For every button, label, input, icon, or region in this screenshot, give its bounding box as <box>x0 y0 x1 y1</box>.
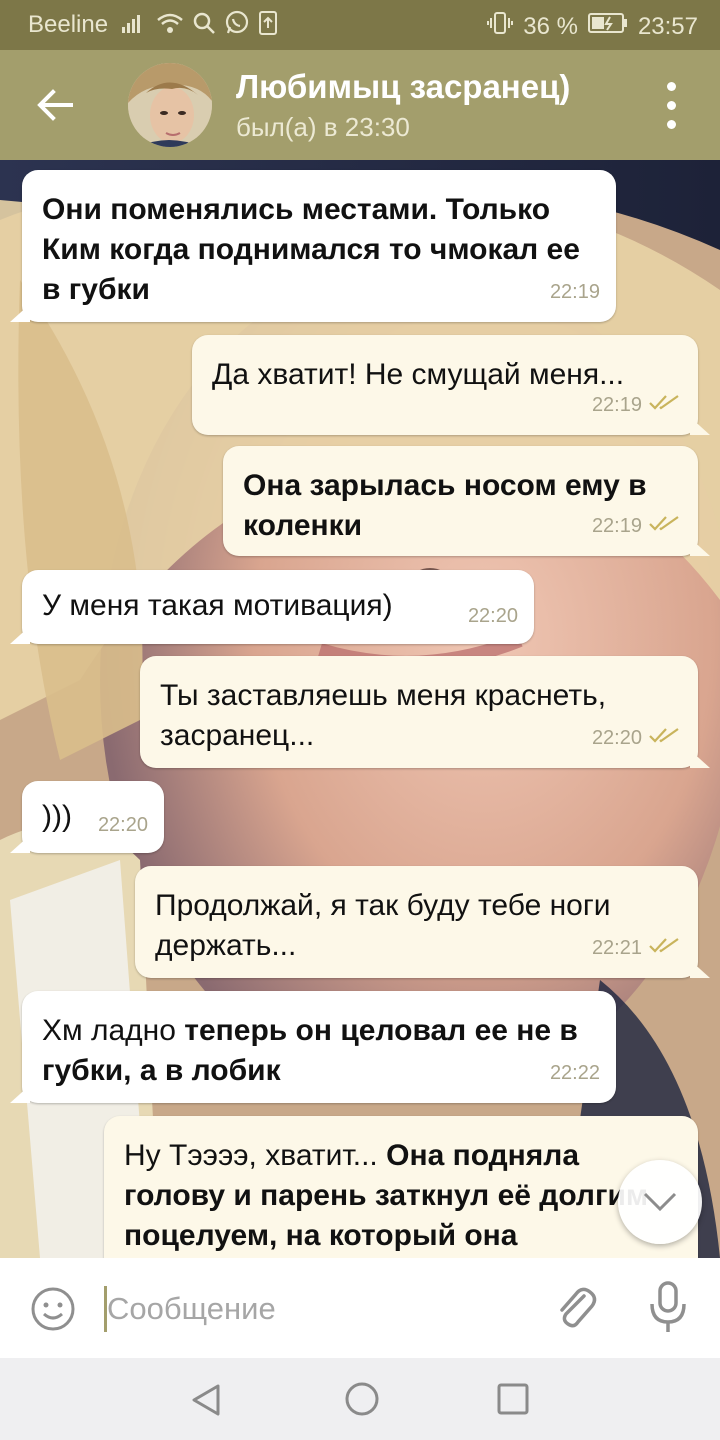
emoji-button[interactable] <box>28 1284 78 1334</box>
chevron-down-icon <box>643 1192 677 1212</box>
double-check-icon <box>648 385 682 425</box>
signal-icon <box>120 11 148 42</box>
wifi-icon <box>156 11 184 42</box>
message-meta: 22:19 <box>592 385 682 425</box>
chat-title[interactable]: Любимыц засранец) <box>236 68 570 106</box>
message-text-part: Ну Тээээ, хватит... <box>124 1139 387 1172</box>
double-check-icon <box>648 718 682 758</box>
message-meta: 22:19 <box>592 506 682 546</box>
message-text-part: ))) <box>42 800 72 833</box>
more-vert-dot <box>667 101 676 110</box>
arrow-left-icon <box>37 89 73 121</box>
microphone-icon <box>650 1281 686 1332</box>
incoming-message[interactable]: Они поменялись местами. Только Ким когда… <box>10 170 616 322</box>
message-meta: 22:20 <box>468 596 518 636</box>
message-text-part: Они поменялись местами. Только Ким когда… <box>42 193 580 306</box>
battery-icon <box>587 12 628 41</box>
outgoing-message[interactable]: Продолжай, я так буду тебе ноги держать.… <box>135 866 710 978</box>
message-text: У меня такая мотивация) <box>42 586 514 626</box>
outgoing-message[interactable]: Ты заставляешь меня краснеть, засранец..… <box>140 656 710 768</box>
outgoing-message[interactable]: Ну Тээээ, хватит... Она подняла голову и… <box>104 1116 698 1258</box>
scroll-down-button[interactable] <box>618 1160 702 1244</box>
more-vert-dot <box>667 120 676 129</box>
message-time: 22:19 <box>591 394 642 416</box>
bubble-tail <box>690 538 710 556</box>
carrier-label: Beeline <box>28 11 109 38</box>
triangle-back-icon <box>192 1384 220 1416</box>
message-input[interactable] <box>107 1282 527 1336</box>
back-button[interactable] <box>30 80 80 130</box>
message-text: Хм ладно теперь он целовал ее не в губки… <box>42 1011 596 1091</box>
bubble-tail <box>10 835 30 853</box>
incoming-message[interactable]: ))) 22:20 <box>10 781 164 853</box>
chat-messages[interactable]: Они поменялись местами. Только Ким когда… <box>0 160 720 1258</box>
message-meta: 22:20 <box>592 718 682 758</box>
paperclip-icon <box>560 1287 597 1328</box>
whatsapp-icon <box>224 10 250 43</box>
message-text-part: Ты заставляешь меня краснеть, засранец..… <box>160 679 607 752</box>
outgoing-message[interactable]: Да хватит! Не смущай меня... 22:19 <box>192 335 710 435</box>
message-meta: 22:19 <box>550 272 600 312</box>
message-time: 22:19 <box>549 281 600 303</box>
message-meta: 22:22 <box>550 1053 600 1093</box>
system-nav-bar <box>0 1358 720 1440</box>
message-time: 22:21 <box>591 937 642 959</box>
bubble-tail <box>10 304 30 322</box>
clock: 23:57 <box>637 12 698 40</box>
upload-icon <box>258 10 278 43</box>
message-text-part: Да хватит! Не смущай меня... <box>212 358 625 391</box>
message-time: 22:19 <box>591 515 642 537</box>
message-meta: 22:20 <box>98 805 148 845</box>
square-recents-icon <box>497 1383 529 1415</box>
message-time: 22:20 <box>467 605 518 627</box>
search-icon <box>192 11 216 42</box>
message-text-part: Она зарылась носом ему в коленки <box>243 469 647 542</box>
bubble-tail <box>10 1085 30 1103</box>
message-text-part: Продолжай, я так буду тебе ноги держать.… <box>155 889 611 962</box>
double-check-icon <box>648 928 682 968</box>
bubble-tail <box>690 960 710 978</box>
smile-icon <box>31 1287 75 1331</box>
more-vert-icon <box>667 82 676 91</box>
bubble-tail <box>690 417 710 435</box>
circle-home-icon <box>345 1382 379 1416</box>
bubble-tail <box>10 626 30 644</box>
last-seen-status: был(а) в 23:30 <box>236 112 410 142</box>
vibrate-icon <box>487 11 514 42</box>
message-time: 22:20 <box>97 814 148 836</box>
microphone-button[interactable] <box>642 1280 694 1336</box>
status-bar: Beeline 36 % 23:57 <box>0 0 720 50</box>
incoming-message[interactable]: Хм ладно теперь он целовал ее не в губки… <box>10 991 616 1103</box>
outgoing-message[interactable]: Она зарылась носом ему в коленки 22:19 <box>223 446 710 556</box>
status-right: 36 % 23:57 <box>487 11 698 42</box>
input-bar <box>0 1258 720 1358</box>
message-text: Они поменялись местами. Только Ким когда… <box>42 190 596 310</box>
message-text-part: Хм ладно <box>42 1014 185 1047</box>
status-icons <box>120 10 278 43</box>
nav-home-button[interactable] <box>342 1379 382 1419</box>
attach-button[interactable] <box>550 1282 602 1334</box>
double-check-icon <box>648 506 682 546</box>
incoming-message[interactable]: У меня такая мотивация) 22:20 <box>10 570 534 644</box>
more-options-button[interactable] <box>652 78 692 134</box>
message-time: 22:20 <box>591 727 642 749</box>
chat-header: Любимыц засранец) был(а) в 23:30 <box>0 50 720 160</box>
message-meta: 22:21 <box>592 928 682 968</box>
message-text: Ну Тээээ, хватит... Она подняла голову и… <box>124 1136 678 1256</box>
nav-back-button[interactable] <box>186 1380 226 1420</box>
bubble-tail <box>690 750 710 768</box>
battery-percent: 36 % <box>523 12 578 40</box>
message-text-part: У меня такая мотивация) <box>42 589 393 622</box>
avatar[interactable] <box>128 63 212 147</box>
nav-recents-button[interactable] <box>494 1380 532 1418</box>
message-time: 22:22 <box>549 1062 600 1084</box>
